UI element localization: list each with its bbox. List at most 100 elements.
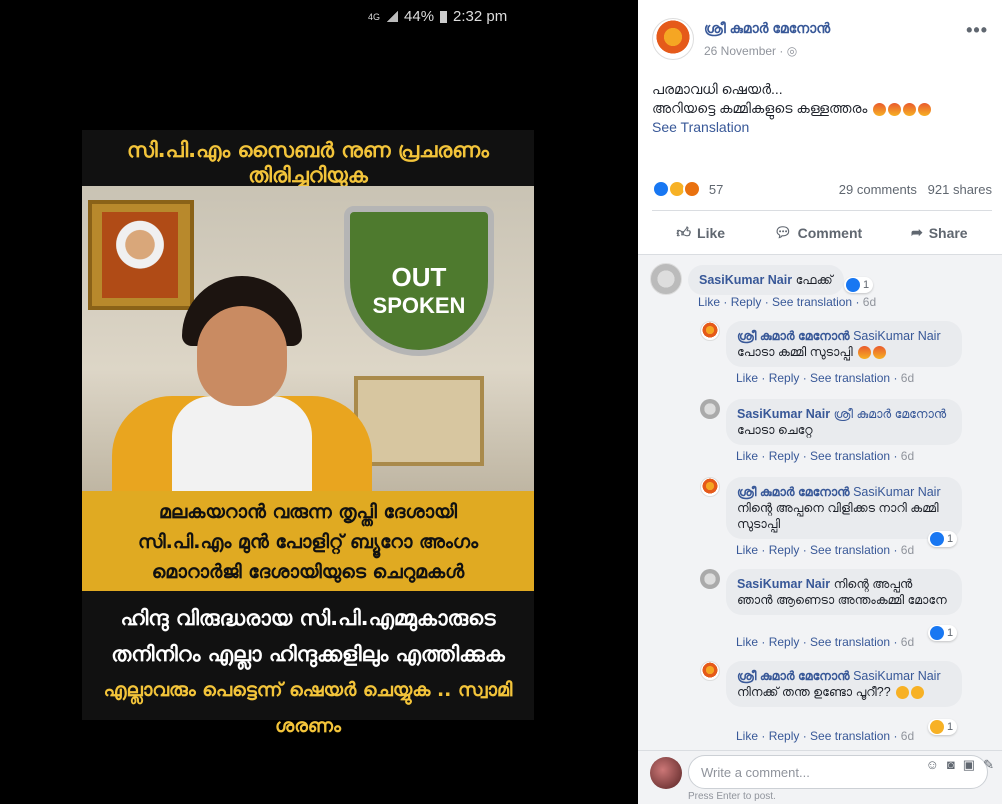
- share-arrow-icon: ➦: [910, 224, 923, 240]
- commenter-name[interactable]: SasiKumar Nair: [737, 407, 830, 421]
- tagged-user[interactable]: SasiKumar Nair: [853, 485, 941, 499]
- person-figure: [112, 276, 372, 491]
- comment-actions: Like · Reply · See translation · 6d: [736, 635, 915, 649]
- author-name[interactable]: ശ്രീ കുമാർ മേനോൻ: [704, 20, 830, 37]
- share-label: Share: [928, 224, 968, 241]
- see-translation-link[interactable]: See Translation: [652, 118, 992, 137]
- poster-headline: സി.പി.എം സൈബർ നുണ പ്രചരണം തിരിച്ചറിയുക: [127, 138, 489, 187]
- comment-like-link[interactable]: Like: [736, 635, 758, 649]
- lower-line: തനിനിറം എല്ലാ ഹിന്ദുക്കളിലും എത്തിക്കുക: [111, 642, 505, 666]
- post-text-body: അറിയട്ടെ കമ്മികളുടെ കള്ളത്തരം: [652, 100, 868, 116]
- photo-viewer: 4G 44% 2:32 pm സി.പി.എം സൈബർ നുണ പ്രചരണം…: [0, 0, 638, 804]
- comment-bubble: ശ്രീ കുമാർ മേനോൻ SasiKumar Nair നിന്റെ അ…: [726, 477, 962, 539]
- comment-reply-link[interactable]: Reply: [769, 543, 800, 557]
- commenter-avatar[interactable]: [700, 569, 720, 589]
- angry-emoji-icon: [873, 102, 887, 116]
- comment-like-badge[interactable]: 1: [928, 531, 958, 547]
- reaction-count[interactable]: 57: [709, 182, 723, 197]
- comment-time[interactable]: 6d: [901, 371, 914, 385]
- tagged-user[interactable]: SasiKumar Nair: [853, 329, 941, 343]
- comment-actions: Like · Reply · See translation · 6d: [698, 295, 877, 309]
- commenter-name[interactable]: SasiKumar Nair: [737, 577, 830, 591]
- commenter-avatar[interactable]: [700, 399, 720, 419]
- comment-reply-link[interactable]: Reply: [731, 295, 762, 309]
- post-date[interactable]: 26 November · ◎: [704, 44, 797, 58]
- comment-like-badge[interactable]: 1: [844, 277, 874, 293]
- camera-icon[interactable]: ◙: [947, 757, 955, 773]
- comment-bubble: SasiKumar Nair ശ്രീ കുമാർ മേനോൻ പോടാ ചെറ…: [726, 399, 962, 445]
- comment-see-translation-link[interactable]: See translation: [772, 295, 852, 309]
- comment-text: ഫേക്ക്: [795, 273, 833, 287]
- date-text[interactable]: 26 November: [704, 44, 776, 58]
- commenter-name[interactable]: ശ്രീ കുമാർ മേനോൻ: [737, 329, 850, 343]
- comment-reply: SasiKumar Nair ശ്രീ കുമാർ മേനോൻ പോടാ ചെറ…: [700, 399, 990, 463]
- author-avatar[interactable]: [652, 18, 694, 60]
- comment-text: പോടാ ചെറ്റേ: [737, 423, 813, 437]
- commenter-name[interactable]: SasiKumar Nair: [699, 273, 792, 287]
- band-line: മൊറാർജി ദേശായിയുടെ ചെറുമകൾ: [151, 561, 465, 583]
- share-button[interactable]: ➦ Share: [911, 224, 968, 241]
- comment-time[interactable]: 6d: [901, 729, 914, 743]
- comment-button[interactable]: 💬︎ Comment: [774, 224, 862, 241]
- comment-actions: Like · Reply · See translation · 6d: [736, 449, 915, 463]
- commenter-avatar[interactable]: [650, 263, 682, 295]
- tagged-user[interactable]: ശ്രീ കുമാർ മേനോൻ: [834, 407, 947, 421]
- commenter-name[interactable]: ശ്രീ കുമാർ മേനോൻ: [737, 669, 850, 683]
- comment-see-translation-link[interactable]: See translation: [810, 729, 890, 743]
- comment-time[interactable]: 6d: [901, 449, 914, 463]
- angry-emoji-icon: [873, 346, 887, 360]
- comment-like-badge[interactable]: 1: [928, 719, 958, 735]
- comment-like-link[interactable]: Like: [736, 729, 758, 743]
- press-enter-hint: Press Enter to post.: [688, 791, 776, 802]
- like-reaction-icon: [930, 532, 944, 546]
- globe-icon: ◎: [786, 44, 798, 58]
- comment-like-link[interactable]: Like: [698, 295, 720, 309]
- comment-reply: SasiKumar Nair നിന്റെ അപ്പൻ ഞാൻ ആണെടാ അന…: [700, 569, 990, 649]
- gif-icon[interactable]: ▣: [963, 757, 975, 773]
- comment: SasiKumar Nair ഫേക്ക് 1 Like · Reply · S…: [650, 263, 990, 313]
- comment-see-translation-link[interactable]: See translation: [810, 449, 890, 463]
- comment-see-translation-link[interactable]: See translation: [810, 543, 890, 557]
- comment-like-link[interactable]: Like: [736, 371, 758, 385]
- comment-reply-link[interactable]: Reply: [769, 729, 800, 743]
- commenter-avatar[interactable]: [700, 661, 720, 681]
- comment-time[interactable]: 6d: [901, 543, 914, 557]
- comment-reply-link[interactable]: Reply: [769, 371, 800, 385]
- network-label: 4G: [368, 11, 381, 22]
- post-header: ശ്രീ കുമാർ മേനോൻ 26 November · ◎ •••: [652, 18, 992, 62]
- comments-section: SasiKumar Nair ഫേക്ക് 1 Like · Reply · S…: [638, 254, 1002, 750]
- commenter-name[interactable]: ശ്രീ കുമാർ മേനോൻ: [737, 485, 850, 499]
- write-comment-area: Write a comment... ☺ ◙ ▣ ✎ Press Enter t…: [638, 750, 1002, 804]
- comment-bubble: ശ്രീ കുമാർ മേനോൻ SasiKumar Nair പോടാ കമ്…: [726, 321, 962, 367]
- comment-time[interactable]: 6d: [863, 295, 876, 309]
- more-options-icon[interactable]: •••: [966, 20, 988, 41]
- comment-reply-link[interactable]: Reply: [769, 635, 800, 649]
- tagged-user[interactable]: SasiKumar Nair: [853, 669, 941, 683]
- band-line: മലകയറാൻ വരുന്ന തൃപ്തി ദേശായി: [159, 501, 457, 523]
- reaction-summary[interactable]: 57 29 comments 921 shares: [652, 180, 992, 200]
- comment-see-translation-link[interactable]: See translation: [810, 635, 890, 649]
- sticker-icon[interactable]: ✎: [983, 757, 994, 773]
- comments-count[interactable]: 29 comments: [839, 182, 917, 197]
- comment-like-link[interactable]: Like: [736, 543, 758, 557]
- commenter-avatar[interactable]: [700, 321, 720, 341]
- comment-bubble-icon: 💬︎: [773, 224, 792, 240]
- comment-see-translation-link[interactable]: See translation: [810, 371, 890, 385]
- post-text-line: പരമാവധി ഷെയർ...: [652, 81, 783, 97]
- time-label: 2:32 pm: [453, 8, 508, 25]
- haha-reaction-icon: [930, 720, 944, 734]
- thumbs-up-icon: 👍︎: [676, 224, 692, 240]
- comment-actions: Like · Reply · See translation · 6d: [736, 543, 915, 557]
- signal-icon: [386, 11, 399, 22]
- current-user-avatar[interactable]: [650, 757, 682, 789]
- comment-reply: ശ്രീ കുമാർ മേനോൻ SasiKumar Nair നിന്റെ അ…: [700, 477, 990, 557]
- emoji-icon[interactable]: ☺: [926, 757, 939, 773]
- commenter-avatar[interactable]: [700, 477, 720, 497]
- shares-count[interactable]: 921 shares: [928, 182, 992, 197]
- comment-reply-link[interactable]: Reply: [769, 449, 800, 463]
- like-button[interactable]: 👍︎ Like: [676, 224, 725, 241]
- photo-frame: [354, 376, 484, 466]
- comment-like-link[interactable]: Like: [736, 449, 758, 463]
- comment-like-badge[interactable]: 1: [928, 625, 958, 641]
- comment-time[interactable]: 6d: [901, 635, 914, 649]
